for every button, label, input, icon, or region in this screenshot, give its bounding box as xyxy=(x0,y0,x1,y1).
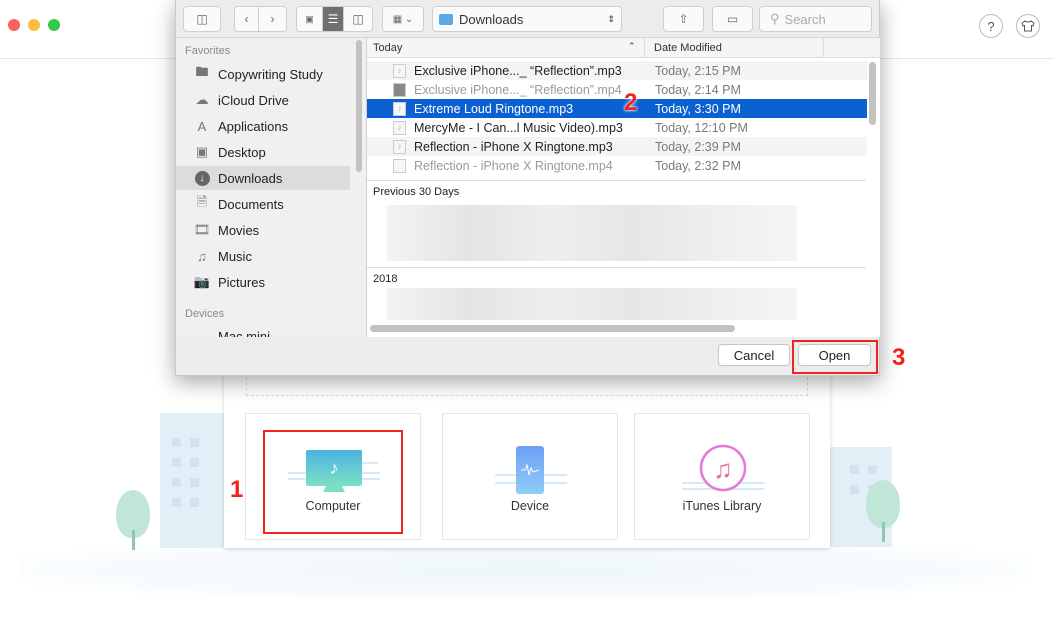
icon-view-button[interactable]: ▣ xyxy=(296,6,323,32)
sidebar-item-label: Movies xyxy=(218,222,260,238)
share-button[interactable]: ⇧ xyxy=(663,6,704,32)
step-1-label: 1 xyxy=(230,476,244,503)
sidebar-item-music[interactable]: ♫ Music xyxy=(176,244,350,268)
minimize-window-button[interactable] xyxy=(28,19,40,31)
sidebar-item-label: Desktop xyxy=(218,144,266,160)
sidebar-item-label: Documents xyxy=(218,196,284,212)
source-label: iTunes Library xyxy=(682,499,762,513)
sidebar-item-applications[interactable]: A Applications xyxy=(176,114,350,138)
blurred-files xyxy=(387,205,797,261)
camera-icon: 📷 xyxy=(193,274,211,289)
source-device[interactable]: Device xyxy=(442,413,618,540)
source-itunes-library[interactable]: ♫ iTunes Library xyxy=(634,413,810,540)
itunes-icon: ♫ xyxy=(682,444,764,492)
sidebar: Favorites 🖿 Copywriting Study ☁ iCloud Dri… xyxy=(176,37,366,337)
svg-text:♫: ♫ xyxy=(713,454,733,484)
source-label: Device xyxy=(510,499,550,513)
sidebar-item-copywriting-study[interactable]: 🖿 Copywriting Study xyxy=(176,62,350,86)
folder-download-icon xyxy=(439,13,453,25)
step-3-highlight xyxy=(792,340,878,374)
sidebar-item-desktop[interactable]: ▣ Desktop xyxy=(176,140,350,164)
search-field[interactable]: ⚲ Search xyxy=(759,6,872,32)
sidebar-item-movies[interactable]: 🎞 Movies xyxy=(176,218,350,242)
documents-icon: 🗎 xyxy=(196,194,208,209)
ground-decoration xyxy=(20,540,1030,600)
column-name-header[interactable]: Today xyxy=(373,42,402,54)
sidebar-item-pictures[interactable]: 📷 Pictures xyxy=(176,270,350,294)
tree-trunk xyxy=(132,530,135,550)
mac-mini-icon: ▬ xyxy=(195,328,209,338)
video-file-icon xyxy=(393,82,406,97)
download-icon: ↓ xyxy=(193,170,211,186)
sidebar-item-label: Copywriting Study xyxy=(218,66,323,82)
back-button[interactable]: ‹ xyxy=(234,6,259,32)
audio-file-icon: ♪ xyxy=(393,120,406,135)
file-list: Today ⌃ Date Modified ♪ Exclusive iPhone.… xyxy=(366,37,880,337)
question-icon: ? xyxy=(987,18,995,34)
sort-ascending-icon: ⌃ xyxy=(628,41,636,51)
column-view-button[interactable]: ◫ xyxy=(343,6,373,32)
desktop-icon: ▣ xyxy=(195,144,209,159)
group-header: Previous 30 Days xyxy=(373,186,460,198)
sidebar-item-label: Applications xyxy=(218,118,289,134)
file-row[interactable]: ♪ Exclusive iPhone..._ “Reflection”.mp3 To… xyxy=(367,61,867,80)
zoom-window-button[interactable] xyxy=(48,19,60,31)
vertical-scrollbar[interactable] xyxy=(869,62,876,125)
help-button[interactable]: ? xyxy=(979,14,1003,38)
close-window-button[interactable] xyxy=(8,19,20,31)
sidebar-scrollbar[interactable] xyxy=(356,40,362,172)
skin-button[interactable] xyxy=(1016,14,1040,38)
blurred-files xyxy=(387,288,797,320)
step-2-label: 2 xyxy=(624,89,638,116)
list-view-button[interactable]: ☰ xyxy=(322,6,344,32)
audio-file-icon: ♪ xyxy=(393,101,406,116)
file-row[interactable]: Exclusive iPhone..._ “Reflection”.mp4 Tod… xyxy=(367,80,867,99)
column-date-header[interactable]: Date Modified xyxy=(654,42,722,54)
audio-file-icon: ♪ xyxy=(393,139,406,154)
tree-right-decoration xyxy=(866,480,900,528)
open-file-dialog: ◫ ‹ › ▣ ☰ ◫ ▦ ⌄ Downloads ⇕ ⇧ ▭ ⚲ Search… xyxy=(175,0,880,376)
sidebar-toggle-button[interactable]: ◫ xyxy=(183,6,221,32)
file-row[interactable]: ♪ Reflection - iPhone X Ringtone.mp3 Today… xyxy=(367,137,867,156)
video-file-icon xyxy=(393,158,406,173)
cloud-icon: ☁ xyxy=(195,92,209,107)
sidebar-item-label: Downloads xyxy=(218,170,283,186)
audio-file-icon: ♪ xyxy=(393,63,406,78)
sidebar-item-label: Mac mini xyxy=(218,328,271,338)
applications-icon: A xyxy=(197,118,207,134)
tree-trunk xyxy=(882,522,885,542)
file-row[interactable]: ♪ MercyMe - I Can...l Music Video).mp3 Tod… xyxy=(367,118,867,137)
location-label: Downloads xyxy=(459,11,524,27)
file-row-selected[interactable]: ♪ Extreme Loud Ringtone.mp3 Today, 3:30 PM xyxy=(367,99,867,118)
file-row[interactable]: Reflection - iPhone X Ringtone.mp4 Today,… xyxy=(367,156,867,175)
horizontal-scrollbar[interactable] xyxy=(370,325,735,332)
folder-icon: 🖿 xyxy=(195,64,209,79)
sidebar-item-mac-mini[interactable]: ▬ Mac mini xyxy=(176,324,350,338)
music-note-icon: ♫ xyxy=(197,248,207,264)
updown-chevron-icon: ⇕ xyxy=(607,13,615,24)
step-1-highlight xyxy=(263,430,403,534)
sidebar-item-label: Pictures xyxy=(218,274,265,290)
phone-icon xyxy=(495,446,567,494)
cancel-button[interactable]: Cancel xyxy=(718,344,790,366)
tag-button[interactable]: ▭ xyxy=(712,6,753,32)
tshirt-icon xyxy=(1021,20,1035,32)
building-left-decoration xyxy=(160,413,224,548)
search-icon: ⚲ xyxy=(770,11,780,26)
search-placeholder: Search xyxy=(784,11,826,27)
sidebar-item-label: Music xyxy=(218,248,252,264)
list-header: Today ⌃ Date Modified xyxy=(367,38,880,58)
step-3-label: 3 xyxy=(892,344,906,371)
favorites-header: Favorites xyxy=(185,45,231,57)
sidebar-item-downloads[interactable]: ↓ Downloads xyxy=(176,166,350,190)
sidebar-item-documents[interactable]: 🗎 Documents xyxy=(176,192,350,216)
forward-button[interactable]: › xyxy=(258,6,287,32)
film-icon: 🎞 xyxy=(193,222,211,237)
location-popup[interactable]: Downloads ⇕ xyxy=(432,6,622,32)
devices-header: Devices xyxy=(185,308,225,320)
sidebar-item-label: iCloud Drive xyxy=(218,92,289,108)
arrange-button[interactable]: ▦ ⌄ xyxy=(382,6,424,32)
sidebar-item-icloud-drive[interactable]: ☁ iCloud Drive xyxy=(176,88,350,112)
group-header: 2018 xyxy=(373,273,398,285)
